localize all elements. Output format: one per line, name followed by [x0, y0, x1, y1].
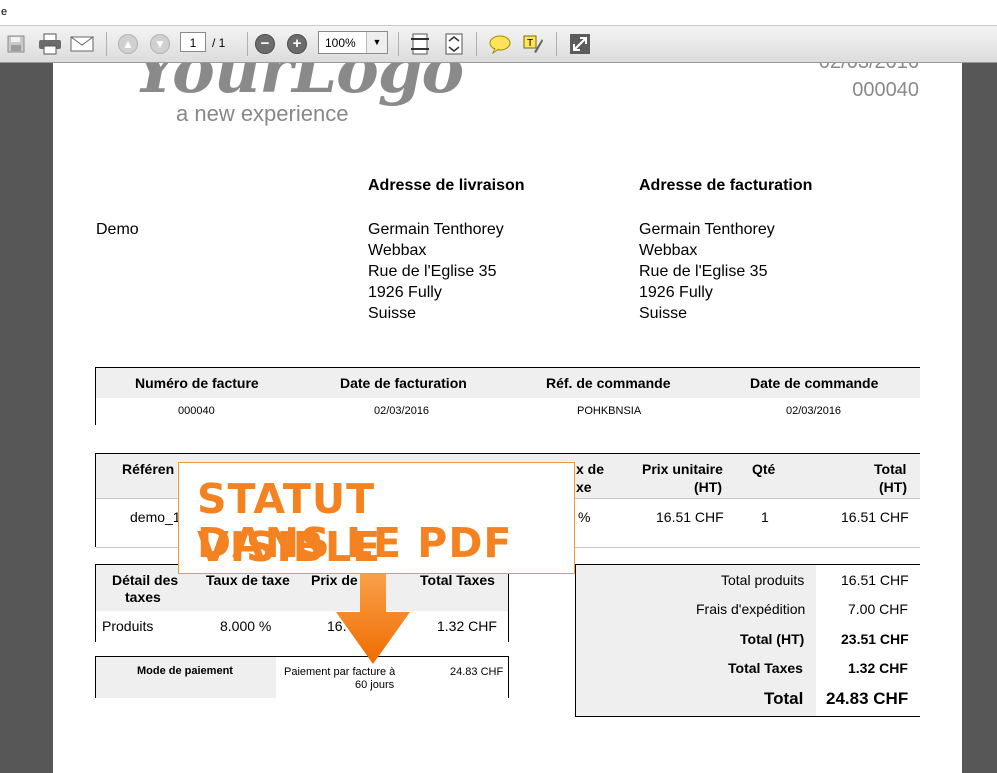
email-icon[interactable]: [69, 31, 95, 57]
delivery-address-line: Suisse: [368, 305, 417, 322]
toolbar-separator: [476, 32, 477, 56]
totals-value: 1.32 CHF: [848, 660, 908, 676]
products-header-tax: xe: [576, 479, 592, 495]
billing-address-line: 1926 Fully: [639, 284, 713, 301]
info-value-cell: POHKBNSIA: [577, 405, 642, 417]
products-header-tax: x de: [576, 461, 605, 477]
info-value-cell: 02/03/2016: [374, 405, 430, 417]
info-header-cell: Réf. de commande: [546, 375, 671, 391]
totals-label: Total Taxes: [728, 660, 803, 676]
table-border: [508, 656, 509, 698]
zoom-in-icon[interactable]: +: [284, 31, 310, 57]
zoom-out-icon[interactable]: −: [252, 31, 278, 57]
tax-header-rate: Taux de taxe: [206, 572, 290, 588]
products-header-total: Total: [874, 461, 907, 477]
delivery-address-line: Germain Tenthorey: [368, 221, 504, 238]
billing-address-line: Rue de l'Eglise 35: [639, 263, 768, 280]
pdf-toolbar: ▲ ▼ − + T: [0, 26, 997, 63]
zoom-select[interactable]: 100% ▼: [318, 31, 388, 54]
page-down-icon[interactable]: ▼: [147, 31, 173, 57]
products-header-reference: Référen: [122, 461, 175, 477]
fit-width-icon[interactable]: [441, 31, 467, 57]
billing-address-heading: Adresse de facturation: [639, 177, 813, 194]
page-total-label: / 1: [212, 36, 226, 50]
products-header-unit-price: (HT): [694, 479, 722, 495]
info-header-cell: Numéro de facture: [135, 375, 259, 391]
table-border: [508, 564, 509, 642]
tax-row-total: 1.32 CHF: [437, 618, 497, 634]
payment-amount: 24.83 CHF: [450, 666, 504, 678]
product-total: 16.51 CHF: [841, 509, 909, 525]
products-header-total: (HT): [879, 479, 907, 495]
save-icon[interactable]: [3, 31, 29, 57]
logo-tagline: a new experience: [176, 101, 349, 126]
delivery-address-line: Webbax: [368, 242, 427, 259]
products-header-qty: Qté: [752, 461, 776, 477]
product-unit-price: 16.51 CHF: [656, 509, 724, 525]
product-reference: demo_1: [130, 509, 181, 525]
totals-value: 7.00 CHF: [848, 601, 908, 617]
arrow-down-icon: [336, 574, 410, 664]
billing-address-line: Suisse: [639, 305, 688, 322]
info-header-cell: Date de commande: [750, 375, 879, 391]
payment-method: Paiement par facture à: [284, 666, 396, 678]
delivery-address-line: 1926 Fully: [368, 284, 442, 301]
annotation-callout: STATUT VISIBLE DANS LE PDF: [178, 462, 575, 574]
fullscreen-icon[interactable]: [567, 31, 593, 57]
page-up-icon[interactable]: ▲: [115, 31, 141, 57]
toolbar-separator: [398, 32, 399, 56]
info-value-cell: 02/03/2016: [786, 405, 842, 417]
payment-label: Mode de paiement: [137, 665, 233, 677]
toolbar-separator: [247, 32, 248, 56]
tax-header-detail: Détail des: [112, 572, 179, 588]
tax-row-label: Produits: [102, 618, 154, 634]
grand-total-value: 24.83 CHF: [826, 689, 909, 708]
totals-label: Total produits: [721, 572, 805, 588]
totals-value: 16.51 CHF: [841, 572, 909, 588]
tax-header-total: Total Taxes: [420, 572, 495, 588]
payment-method: 60 jours: [355, 679, 395, 691]
products-header-unit-price: Prix unitaire: [642, 461, 723, 477]
page-number-input[interactable]: 1: [180, 32, 206, 52]
product-qty: 1: [761, 509, 769, 525]
product-tax: %: [578, 509, 591, 525]
chevron-down-icon[interactable]: ▼: [366, 32, 387, 53]
toolbar-separator: [556, 32, 557, 56]
totals-label: Total (HT): [740, 631, 805, 647]
customer-name: Demo: [96, 221, 139, 238]
tax-header-detail: taxes: [125, 589, 161, 605]
table-border: [575, 716, 920, 717]
print-icon[interactable]: [37, 31, 63, 57]
totals-label: Frais d'expédition: [696, 601, 806, 617]
zoom-value: 100%: [325, 36, 356, 50]
invoice-date-header: 02/03/2016: [819, 63, 919, 74]
invoice-number-header: 000040: [852, 79, 919, 101]
svg-text:T: T: [527, 38, 533, 49]
totals-value: 23.51 CHF: [841, 631, 909, 647]
payment-label-cell: [96, 657, 276, 698]
info-header-cell: Date de facturation: [340, 375, 467, 391]
highlight-icon[interactable]: T: [520, 31, 546, 57]
tax-row-rate: 8.000 %: [220, 618, 272, 634]
window-title: e: [1, 6, 8, 18]
fit-page-icon[interactable]: [407, 31, 433, 57]
billing-address-line: Webbax: [639, 242, 698, 259]
pdf-page: YourLogo a new experience 02/03/2016 000…: [53, 63, 962, 773]
delivery-address-line: Rue de l'Eglise 35: [368, 263, 497, 280]
comment-icon[interactable]: [487, 31, 513, 57]
toolbar-separator: [106, 32, 107, 56]
grand-total-label: Total: [764, 689, 804, 708]
billing-address-line: Germain Tenthorey: [639, 221, 775, 238]
info-value-cell: 000040: [178, 405, 215, 417]
window-titlebar: e: [0, 0, 997, 26]
delivery-address-heading: Adresse de livraison: [368, 177, 525, 194]
callout-text: DANS LE PDF: [197, 519, 513, 567]
